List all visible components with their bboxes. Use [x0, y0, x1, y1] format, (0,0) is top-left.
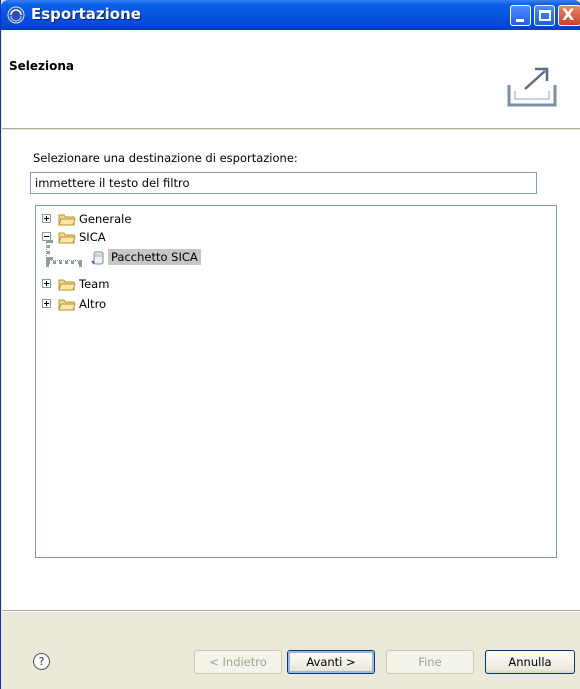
title-bar[interactable]: Esportazione X	[1, 0, 580, 30]
tree-item-altro[interactable]: Altro	[36, 295, 236, 313]
minimize-icon	[516, 19, 524, 22]
tree-item-label: Team	[79, 277, 110, 291]
package-icon	[91, 251, 104, 265]
expand-icon[interactable]	[42, 279, 51, 288]
tree-item-team[interactable]: Team	[36, 275, 236, 293]
maximize-button[interactable]	[534, 5, 555, 26]
close-icon: X	[562, 5, 575, 24]
back-button[interactable]: < Indietro	[194, 650, 282, 674]
tree-item-label: Generale	[79, 212, 132, 226]
eclipse-app-icon	[7, 6, 25, 24]
cancel-button[interactable]: Annulla	[485, 650, 575, 674]
destination-label: Selezionare una destinazione di esportaz…	[33, 151, 298, 165]
wizard-banner: Seleziona	[2, 30, 580, 129]
tree-item-label: Pacchetto SICA	[108, 249, 201, 265]
next-button[interactable]: Avanti >	[287, 650, 375, 674]
expand-icon[interactable]	[42, 299, 51, 308]
folder-icon	[58, 279, 76, 291]
folder-icon	[58, 232, 76, 244]
help-button[interactable]: ?	[33, 653, 50, 670]
folder-icon	[58, 299, 76, 311]
tree-item-generale[interactable]: Generale	[36, 210, 236, 228]
tree-item-pacchetto-sica[interactable]: Pacchetto SICA	[36, 249, 256, 267]
page-title: Seleziona	[9, 59, 75, 73]
folder-icon	[58, 214, 76, 226]
export-dialog: Esportazione X Seleziona Selezionare una…	[0, 0, 580, 689]
tree-item-sica[interactable]: SICA	[36, 228, 236, 246]
close-button[interactable]: X	[558, 5, 580, 26]
finish-button[interactable]: Fine	[386, 650, 474, 674]
collapse-icon[interactable]	[42, 232, 51, 241]
maximize-icon	[539, 10, 551, 21]
filter-input[interactable]: immettere il testo del filtro	[30, 172, 537, 194]
tree-item-label: SICA	[79, 230, 106, 244]
tree-item-label: Altro	[79, 297, 107, 311]
expand-icon[interactable]	[42, 214, 51, 223]
destination-tree[interactable]: Generale SICA Pacchetto SICA Team Altro	[35, 205, 557, 558]
export-icon	[507, 67, 557, 107]
window-title: Esportazione	[31, 5, 141, 23]
footer-separator	[2, 610, 580, 612]
minimize-button[interactable]	[510, 5, 531, 26]
